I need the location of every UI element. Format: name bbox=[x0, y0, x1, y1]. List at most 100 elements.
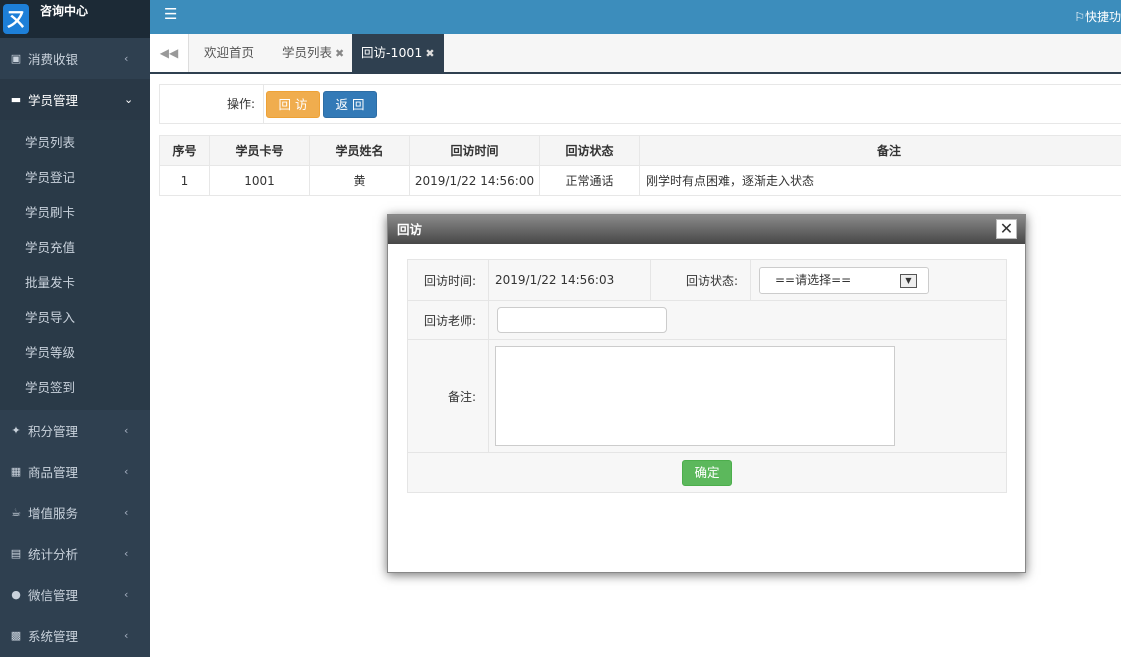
note-textarea[interactable] bbox=[495, 346, 895, 446]
sidebar-item-label: 商品管理 bbox=[28, 465, 79, 480]
table-header-row: 序号 学员卡号 学员姓名 回访时间 回访状态 备注 bbox=[159, 135, 1121, 166]
sidebar: ㄡ 咨询中心 ▣ 消费收银 ‹ ▬ 学员管理 ⌄ 学员列表 学员登记 学员刷卡 … bbox=[0, 0, 150, 657]
column-header: 回访状态 bbox=[539, 135, 640, 166]
submenu-item-student-swipe[interactable]: 学员刷卡 bbox=[0, 195, 150, 230]
field-value-time: 2019/1/22 14:56:03 bbox=[488, 259, 651, 301]
tab-label: 欢迎首页 bbox=[204, 45, 255, 60]
quick-functions[interactable]: ⚐快捷功 bbox=[1074, 8, 1121, 25]
submenu-item-student-signin[interactable]: 学员签到 bbox=[0, 370, 150, 405]
sidebar-item-students[interactable]: ▬ 学员管理 ⌄ bbox=[0, 79, 150, 120]
dialog-close-button[interactable]: ✕ bbox=[996, 219, 1017, 239]
submenu-item-student-level[interactable]: 学员等级 bbox=[0, 335, 150, 370]
submenu-item-student-recharge[interactable]: 学员充值 bbox=[0, 230, 150, 265]
teacher-cell bbox=[488, 300, 1007, 340]
toolbar: 操作: 回 访 返 回 bbox=[159, 84, 1121, 124]
close-icon[interactable]: ✖ bbox=[335, 47, 344, 60]
field-label-teacher: 回访老师: bbox=[407, 300, 489, 340]
revisit-table: 序号 学员卡号 学员姓名 回访时间 回访状态 备注 1 1001 黄 2019/… bbox=[159, 135, 1121, 196]
logo: ㄡ bbox=[3, 4, 29, 34]
bag-icon: ▣ bbox=[10, 52, 22, 65]
revisit-dialog: 回访 ✕ 回访时间: 2019/1/22 14:56:03 回访状态: ==请选… bbox=[387, 214, 1026, 573]
cell-note: 刚学时有点困难，逐渐走入状态 bbox=[639, 165, 1121, 196]
column-header: 学员姓名 bbox=[309, 135, 410, 166]
sidebar-item-label: 微信管理 bbox=[28, 588, 79, 603]
cell-name: 黄 bbox=[309, 165, 410, 196]
chevron-left-icon: ‹ bbox=[124, 465, 129, 478]
chart-icon: ▤ bbox=[10, 547, 22, 560]
field-label-status: 回访状态: bbox=[650, 259, 751, 301]
cell-index: 1 bbox=[159, 165, 210, 196]
tab-welcome[interactable]: 欢迎首页 bbox=[204, 34, 254, 72]
sidebar-item-services[interactable]: ☕ 增值服务 ‹ bbox=[0, 492, 150, 533]
submenu-item-student-list[interactable]: 学员列表 bbox=[0, 125, 150, 160]
chevron-left-icon: ‹ bbox=[124, 506, 129, 519]
revisit-button[interactable]: 回 访 bbox=[266, 91, 320, 118]
submenu-students: 学员列表 学员登记 学员刷卡 学员充值 批量发卡 学员导入 学员等级 学员签到 bbox=[0, 120, 150, 410]
column-header: 回访时间 bbox=[409, 135, 540, 166]
sidebar-item-label: 积分管理 bbox=[28, 424, 79, 439]
sidebar-item-wechat[interactable]: ● 微信管理 ‹ bbox=[0, 574, 150, 615]
dialog-header[interactable]: 回访 ✕ bbox=[388, 215, 1025, 244]
barcode-icon: ▦ bbox=[10, 465, 22, 478]
sidebar-item-label: 统计分析 bbox=[28, 547, 79, 562]
brand: ㄡ 咨询中心 bbox=[0, 0, 150, 38]
sidebar-item-label: 增值服务 bbox=[28, 506, 79, 521]
quick-functions-label: 快捷功 bbox=[1084, 10, 1121, 24]
close-icon[interactable]: ✖ bbox=[425, 47, 434, 60]
cell-status: 正常通话 bbox=[539, 165, 640, 196]
idcard-icon: ▬ bbox=[10, 93, 22, 106]
tab-student-list[interactable]: 学员列表 ✖ bbox=[282, 34, 344, 72]
tab-scroll-left-button[interactable]: ◀◀ bbox=[150, 34, 189, 72]
field-label-time: 回访时间: bbox=[407, 259, 489, 301]
note-cell bbox=[488, 339, 1007, 453]
wechat-icon: ● bbox=[11, 588, 21, 601]
dialog-title: 回访 bbox=[397, 222, 423, 237]
chevron-left-icon: ‹ bbox=[124, 588, 129, 601]
sidebar-item-goods[interactable]: ▦ 商品管理 ‹ bbox=[0, 451, 150, 492]
double-chevron-left-icon: ◀◀ bbox=[159, 46, 179, 60]
toolbar-label: 操作: bbox=[160, 85, 264, 123]
chevron-down-icon: ⌄ bbox=[124, 93, 134, 106]
teacher-input[interactable] bbox=[497, 307, 667, 333]
field-label-note: 备注: bbox=[407, 339, 489, 453]
brand-title: 咨询中心 bbox=[40, 4, 89, 18]
status-select[interactable]: ==请选择== ▼ bbox=[759, 266, 929, 294]
tab-label: 学员列表 bbox=[282, 45, 333, 60]
chevron-left-icon: ‹ bbox=[124, 629, 129, 642]
table-row[interactable]: 1 1001 黄 2019/1/22 14:56:00 正常通话 刚学时有点困难… bbox=[159, 165, 1121, 196]
sidebar-item-stats[interactable]: ▤ 统计分析 ‹ bbox=[0, 533, 150, 574]
status-cell: ==请选择== ▼ bbox=[750, 259, 1007, 301]
confirm-button[interactable]: 确定 bbox=[682, 459, 732, 486]
flag-icon: ⚐ bbox=[1074, 10, 1085, 24]
sidebar-item-points[interactable]: ✦ 积分管理 ‹ bbox=[0, 410, 150, 451]
sidebar-item-checkout[interactable]: ▣ 消费收银 ‹ bbox=[0, 38, 150, 79]
sidebar-item-label: 消费收银 bbox=[28, 52, 79, 67]
cell-time: 2019/1/22 14:56:00 bbox=[409, 165, 540, 196]
cell-card-no: 1001 bbox=[209, 165, 310, 196]
column-header: 序号 bbox=[159, 135, 210, 166]
close-icon: ✕ bbox=[999, 219, 1014, 238]
chevron-left-icon: ‹ bbox=[124, 547, 129, 560]
submenu-item-student-register[interactable]: 学员登记 bbox=[0, 160, 150, 195]
tab-bar: ◀◀ 欢迎首页 学员列表 ✖ 回访-1001 ✖ bbox=[150, 34, 1121, 74]
submenu-item-student-import[interactable]: 学员导入 bbox=[0, 300, 150, 335]
status-select-value: ==请选择== bbox=[775, 272, 852, 287]
submenu-item-batch-card[interactable]: 批量发卡 bbox=[0, 265, 150, 300]
confirm-cell: 确定 bbox=[407, 452, 1007, 493]
back-button[interactable]: 返 回 bbox=[323, 91, 377, 118]
revisit-form: 回访时间: 2019/1/22 14:56:03 回访状态: ==请选择== ▼… bbox=[407, 259, 1007, 493]
column-header: 备注 bbox=[639, 135, 1121, 166]
star-icon: ✦ bbox=[11, 424, 21, 437]
chevron-left-icon: ‹ bbox=[124, 424, 129, 437]
topbar: ☰ ⚐快捷功 bbox=[150, 0, 1121, 34]
sidebar-item-system[interactable]: ▩ 系统管理 ‹ bbox=[0, 615, 150, 656]
dropdown-arrow-icon: ▼ bbox=[900, 273, 917, 288]
tab-revisit[interactable]: 回访-1001 ✖ bbox=[352, 34, 444, 72]
column-header: 学员卡号 bbox=[209, 135, 310, 166]
coffee-icon: ☕ bbox=[11, 506, 21, 519]
monitor-icon: ▩ bbox=[10, 629, 22, 642]
chevron-left-icon: ‹ bbox=[124, 52, 129, 65]
menu-toggle-icon[interactable]: ☰ bbox=[164, 5, 177, 23]
sidebar-item-label: 学员管理 bbox=[28, 93, 79, 108]
tab-label: 回访-1001 bbox=[361, 45, 423, 60]
